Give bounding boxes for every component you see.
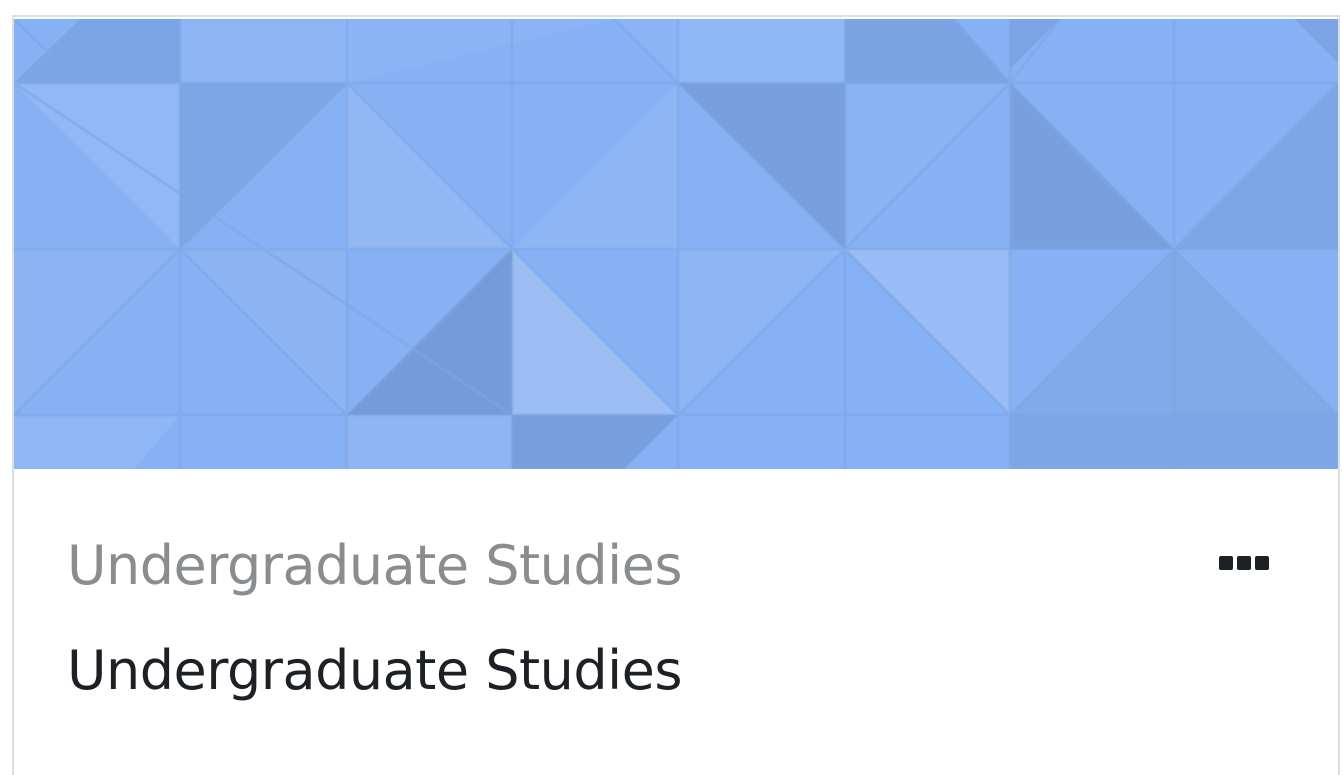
card-body: Undergraduate Studies Undergraduate Stud… <box>14 469 1338 775</box>
course-card: Undergraduate Studies Undergraduate Stud… <box>12 15 1340 775</box>
geometric-pattern <box>14 19 1338 469</box>
more-options-icon[interactable] <box>1204 545 1284 581</box>
course-category: Undergraduate Studies <box>67 534 683 597</box>
menu-dot <box>1219 556 1233 570</box>
menu-dot <box>1255 556 1269 570</box>
menu-dot <box>1237 556 1251 570</box>
course-image-banner[interactable] <box>14 19 1338 469</box>
course-name-link[interactable]: Undergraduate Studies <box>67 639 683 703</box>
